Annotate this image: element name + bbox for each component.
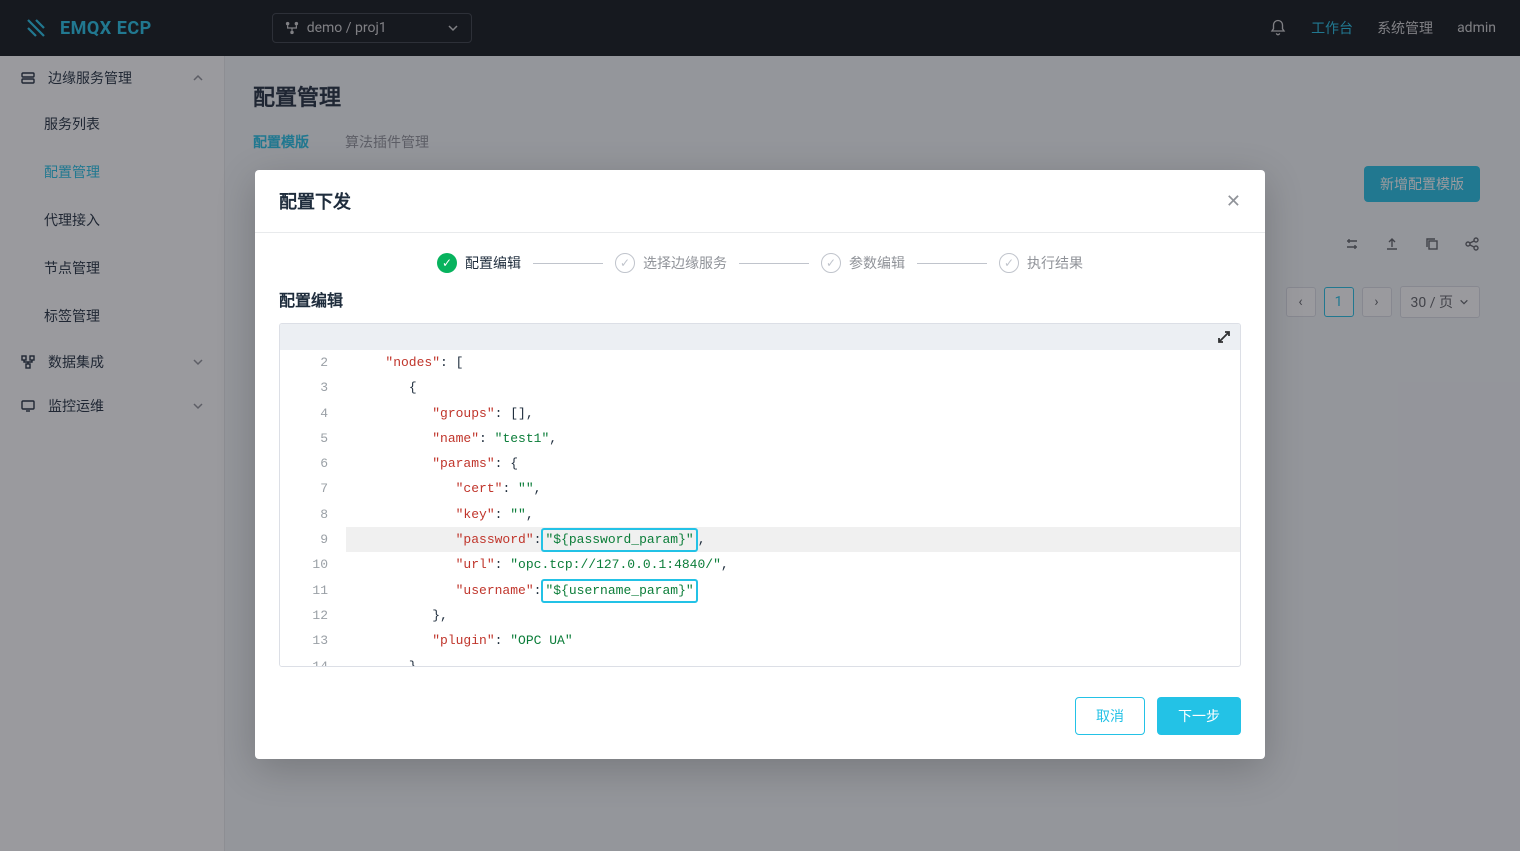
circle-icon: ✓ <box>999 253 1019 273</box>
step-label: 配置编辑 <box>465 253 521 273</box>
step-2: ✓ 选择边缘服务 <box>615 253 727 273</box>
step-label: 选择边缘服务 <box>643 253 727 273</box>
modal-header: 配置下发 ✕ <box>255 170 1265 233</box>
step-label: 执行结果 <box>1027 253 1083 273</box>
step-label: 参数编辑 <box>849 253 905 273</box>
step-1: ✓ 配置编辑 <box>437 253 521 273</box>
line-gutter: 234567891011121314 <box>280 350 342 666</box>
code-editor[interactable]: 234567891011121314 "nodes": [ { "groups"… <box>279 323 1241 667</box>
check-icon: ✓ <box>437 253 457 273</box>
step-divider <box>533 263 603 264</box>
step-divider <box>917 263 987 264</box>
wizard-steps: ✓ 配置编辑 ✓ 选择边缘服务 ✓ 参数编辑 ✓ 执行结果 <box>255 233 1265 283</box>
modal-footer: 取消 下一步 <box>255 667 1265 759</box>
step-divider <box>739 263 809 264</box>
cancel-button[interactable]: 取消 <box>1075 697 1145 735</box>
step-4: ✓ 执行结果 <box>999 253 1083 273</box>
circle-icon: ✓ <box>821 253 841 273</box>
expand-icon[interactable] <box>1216 329 1232 345</box>
circle-icon: ✓ <box>615 253 635 273</box>
modal-title: 配置下发 <box>279 188 351 214</box>
modal-overlay: 配置下发 ✕ ✓ 配置编辑 ✓ 选择边缘服务 ✓ 参数编辑 ✓ 执行结果 <box>0 0 1520 851</box>
close-icon[interactable]: ✕ <box>1226 191 1241 212</box>
step-3: ✓ 参数编辑 <box>821 253 905 273</box>
next-button[interactable]: 下一步 <box>1157 697 1241 735</box>
code-content[interactable]: "nodes": [ { "groups": [], "name": "test… <box>342 350 1240 666</box>
section-title: 配置编辑 <box>255 283 1265 323</box>
editor-toolbar <box>280 324 1240 350</box>
editor-body: 234567891011121314 "nodes": [ { "groups"… <box>280 350 1240 666</box>
config-deploy-modal: 配置下发 ✕ ✓ 配置编辑 ✓ 选择边缘服务 ✓ 参数编辑 ✓ 执行结果 <box>255 170 1265 759</box>
